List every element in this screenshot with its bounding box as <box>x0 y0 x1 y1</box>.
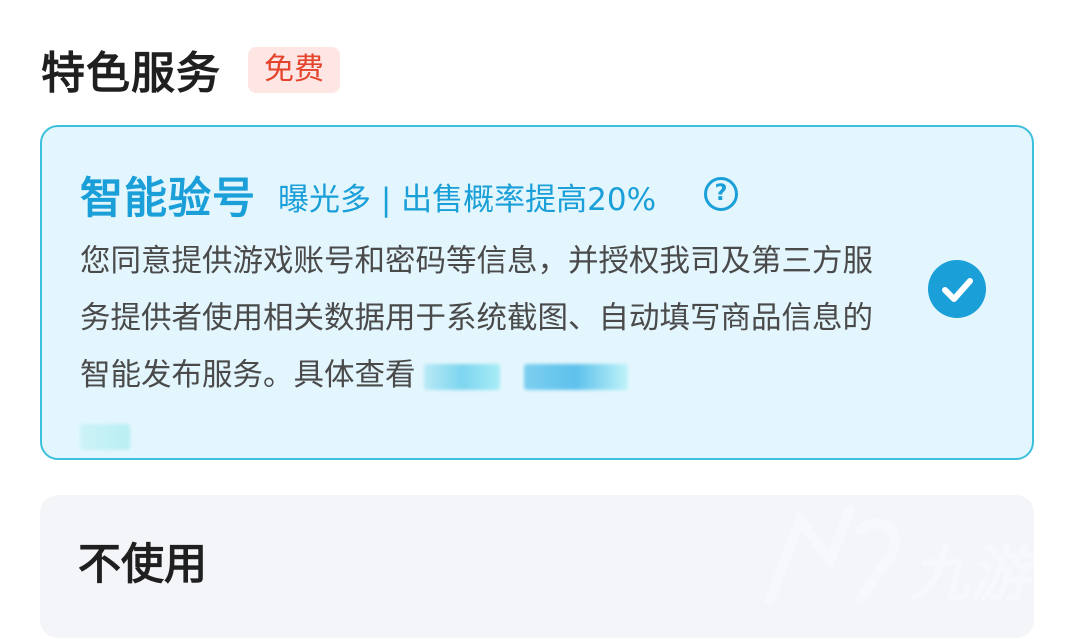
option-tagline: 曝光多 | 出售概率提高20% <box>278 182 657 218</box>
question-circle-icon[interactable]: ? <box>704 177 738 211</box>
smart-verify-option-card[interactable]: 智能验号 曝光多 | 出售概率提高20% ? 您同意提供游戏账号和密码等信息，并… <box>40 125 1034 460</box>
section-title: 特色服务 <box>41 48 221 99</box>
option-title: 智能验号 <box>80 174 256 224</box>
blurred-link[interactable] <box>80 423 130 450</box>
option-label: 不使用 <box>78 540 207 590</box>
blurred-link[interactable] <box>423 363 500 390</box>
watermark-9game-logo-icon: 九游 <box>760 500 1050 634</box>
option-description: 您同意提供游戏账号和密码等信息，并授权我司及第三方服务提供者使用相关数据用于系统… <box>80 233 900 461</box>
free-badge: 免费 <box>248 47 340 93</box>
watermark-text: 九游 <box>910 540 1040 610</box>
check-circle-icon <box>928 260 986 318</box>
blurred-link[interactable] <box>523 363 628 390</box>
